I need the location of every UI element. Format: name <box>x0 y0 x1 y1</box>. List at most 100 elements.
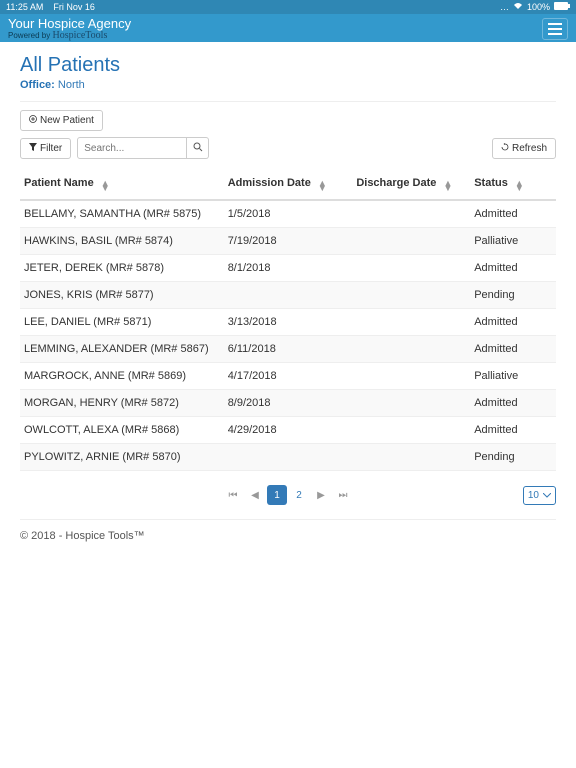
toolbar-row-1: New Patient <box>20 110 556 131</box>
cell-discharge <box>352 228 470 255</box>
cell-name: PYLOWITZ, ARNIE (MR# 5870) <box>20 444 224 471</box>
cell-status: Admitted <box>470 390 556 417</box>
refresh-icon <box>501 143 509 154</box>
cell-admission <box>224 282 353 309</box>
cell-discharge <box>352 200 470 228</box>
page-number-button[interactable]: 1 <box>267 485 287 505</box>
page-number-button[interactable]: 2 <box>289 485 309 505</box>
table-row[interactable]: OWLCOTT, ALEXA (MR# 5868) 4/29/2018 Admi… <box>20 417 556 444</box>
th-admission[interactable]: Admission Date ▲▼ <box>224 169 353 200</box>
cell-name: MORGAN, HENRY (MR# 5872) <box>20 390 224 417</box>
page-last-button[interactable]: ⏭ <box>333 485 353 505</box>
dots-icon: … <box>500 2 509 12</box>
cell-discharge <box>352 417 470 444</box>
table-row[interactable]: HAWKINS, BASIL (MR# 5874) 7/19/2018 Pall… <box>20 228 556 255</box>
cell-status: Palliative <box>470 228 556 255</box>
cell-status: Admitted <box>470 255 556 282</box>
refresh-button[interactable]: Refresh <box>492 138 556 159</box>
patients-table: Patient Name ▲▼ Admission Date ▲▼ Discha… <box>20 169 556 471</box>
cell-admission: 4/17/2018 <box>224 363 353 390</box>
divider <box>20 519 556 520</box>
status-date: Fri Nov 16 <box>53 2 95 12</box>
hospice-tools-logo: HospiceTools <box>52 30 107 41</box>
plus-icon <box>29 115 37 126</box>
pagination: ⏮ ◀ 12 ▶ ⏭ <box>223 485 353 505</box>
cell-admission: 7/19/2018 <box>224 228 353 255</box>
table-row[interactable]: JONES, KRIS (MR# 5877) Pending <box>20 282 556 309</box>
search-button[interactable] <box>187 137 209 159</box>
filter-button[interactable]: Filter <box>20 138 71 159</box>
cell-admission: 8/9/2018 <box>224 390 353 417</box>
cell-discharge <box>352 444 470 471</box>
cell-name: LEMMING, ALEXANDER (MR# 5867) <box>20 336 224 363</box>
cell-name: JETER, DEREK (MR# 5878) <box>20 255 224 282</box>
sort-icon: ▲▼ <box>318 181 327 191</box>
cell-status: Pending <box>470 282 556 309</box>
search-input[interactable] <box>77 137 187 159</box>
office-line: Office: North <box>20 79 556 91</box>
table-row[interactable]: JETER, DEREK (MR# 5878) 8/1/2018 Admitte… <box>20 255 556 282</box>
table-row[interactable]: PYLOWITZ, ARNIE (MR# 5870) Pending <box>20 444 556 471</box>
th-status[interactable]: Status ▲▼ <box>470 169 556 200</box>
status-left: 11:25 AM Fri Nov 16 <box>6 2 95 12</box>
page-next-button[interactable]: ▶ <box>311 485 331 505</box>
cell-admission: 3/13/2018 <box>224 309 353 336</box>
cell-admission: 1/5/2018 <box>224 200 353 228</box>
cell-name: BELLAMY, SAMANTHA (MR# 5875) <box>20 200 224 228</box>
chevron-down-icon <box>543 490 551 501</box>
cell-admission: 4/29/2018 <box>224 417 353 444</box>
new-patient-button[interactable]: New Patient <box>20 110 103 131</box>
cell-name: LEE, DANIEL (MR# 5871) <box>20 309 224 336</box>
device-status-bar: 11:25 AM Fri Nov 16 … 100% <box>0 0 576 14</box>
cell-discharge <box>352 255 470 282</box>
sort-icon: ▲▼ <box>515 181 524 191</box>
status-time: 11:25 AM <box>6 2 43 12</box>
new-patient-label: New Patient <box>40 115 94 126</box>
cell-discharge <box>352 336 470 363</box>
filter-label: Filter <box>40 143 62 154</box>
cell-name: JONES, KRIS (MR# 5877) <box>20 282 224 309</box>
page-title: All Patients <box>20 54 556 77</box>
cell-discharge <box>352 363 470 390</box>
table-row[interactable]: LEE, DANIEL (MR# 5871) 3/13/2018 Admitte… <box>20 309 556 336</box>
page-prev-button[interactable]: ◀ <box>245 485 265 505</box>
page-size-value: 10 <box>528 490 539 501</box>
page-size-select[interactable]: 10 <box>523 486 556 505</box>
search-group <box>77 137 209 159</box>
page-first-button[interactable]: ⏮ <box>223 485 243 505</box>
footer-text: © 2018 - Hospice Tools™ <box>20 530 556 542</box>
cell-status: Admitted <box>470 336 556 363</box>
cell-status: Admitted <box>470 200 556 228</box>
cell-status: Admitted <box>470 309 556 336</box>
status-right: … 100% <box>500 2 570 12</box>
cell-name: HAWKINS, BASIL (MR# 5874) <box>20 228 224 255</box>
sort-icon: ▲▼ <box>101 181 110 191</box>
cell-status: Admitted <box>470 417 556 444</box>
cell-status: Pending <box>470 444 556 471</box>
cell-admission: 6/11/2018 <box>224 336 353 363</box>
refresh-label: Refresh <box>512 143 547 154</box>
table-row[interactable]: MARGROCK, ANNE (MR# 5869) 4/17/2018 Pall… <box>20 363 556 390</box>
th-name[interactable]: Patient Name ▲▼ <box>20 169 224 200</box>
divider <box>20 101 556 102</box>
menu-button[interactable] <box>542 18 568 40</box>
table-row[interactable]: LEMMING, ALEXANDER (MR# 5867) 6/11/2018 … <box>20 336 556 363</box>
th-discharge[interactable]: Discharge Date ▲▼ <box>352 169 470 200</box>
cell-admission: 8/1/2018 <box>224 255 353 282</box>
cell-discharge <box>352 282 470 309</box>
battery-percent: 100% <box>527 2 550 12</box>
office-value[interactable]: North <box>58 79 85 91</box>
cell-name: MARGROCK, ANNE (MR# 5869) <box>20 363 224 390</box>
powered-by: Powered by HospiceTools <box>8 30 131 41</box>
battery-icon <box>554 2 570 12</box>
sort-icon: ▲▼ <box>443 181 452 191</box>
wifi-icon <box>513 2 523 12</box>
header-left: Your Hospice Agency Powered by HospiceTo… <box>8 16 131 41</box>
main-content: All Patients Office: North New Patient F… <box>0 42 576 554</box>
app-header: Your Hospice Agency Powered by HospiceTo… <box>0 14 576 42</box>
pagination-row: ⏮ ◀ 12 ▶ ⏭ 10 <box>20 485 556 505</box>
cell-discharge <box>352 390 470 417</box>
table-row[interactable]: BELLAMY, SAMANTHA (MR# 5875) 1/5/2018 Ad… <box>20 200 556 228</box>
cell-discharge <box>352 309 470 336</box>
table-row[interactable]: MORGAN, HENRY (MR# 5872) 8/9/2018 Admitt… <box>20 390 556 417</box>
